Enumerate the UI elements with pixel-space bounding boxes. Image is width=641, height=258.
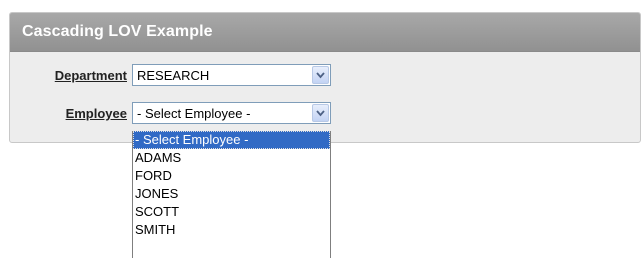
employee-select-value: - Select Employee - bbox=[137, 106, 251, 121]
chevron-down-icon bbox=[316, 72, 325, 79]
chevron-down-icon bbox=[316, 110, 325, 117]
employee-option-scott[interactable]: SCOTT bbox=[133, 203, 330, 221]
employee-option-ford[interactable]: FORD bbox=[133, 167, 330, 185]
employee-select[interactable]: - Select Employee - bbox=[132, 102, 331, 124]
department-dropdown-button[interactable] bbox=[312, 66, 329, 84]
employee-option-adams[interactable]: ADAMS bbox=[133, 149, 330, 167]
department-select-value: RESEARCH bbox=[137, 68, 210, 83]
employee-dropdown-list[interactable]: - Select Employee - ADAMS FORD JONES SCO… bbox=[132, 131, 331, 258]
employee-option-jones[interactable]: JONES bbox=[133, 185, 330, 203]
region-title: Cascading LOV Example bbox=[22, 23, 213, 40]
region-header: Cascading LOV Example bbox=[10, 13, 640, 52]
employee-label[interactable]: Employee bbox=[27, 106, 127, 121]
department-label[interactable]: Department bbox=[27, 68, 127, 83]
employee-option-select[interactable]: - Select Employee - bbox=[133, 131, 330, 149]
employee-dropdown-button[interactable] bbox=[312, 104, 329, 122]
employee-option-smith[interactable]: SMITH bbox=[133, 221, 330, 239]
department-select[interactable]: RESEARCH bbox=[132, 64, 331, 86]
